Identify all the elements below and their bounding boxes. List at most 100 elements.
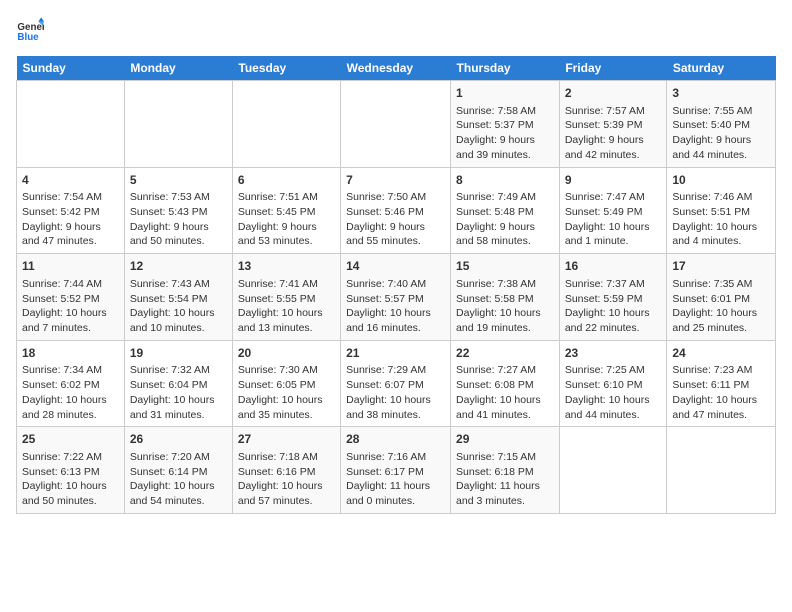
calendar-cell (17, 81, 125, 168)
day-of-week-header: Thursday (451, 56, 560, 81)
day-number: 3 (672, 85, 770, 102)
calendar-cell: 22Sunrise: 7:27 AM Sunset: 6:08 PM Dayli… (451, 340, 560, 427)
day-info: Sunrise: 7:37 AM Sunset: 5:59 PM Dayligh… (565, 277, 662, 336)
day-info: Sunrise: 7:15 AM Sunset: 6:18 PM Dayligh… (456, 450, 554, 509)
day-number: 26 (130, 431, 227, 448)
calendar-cell (124, 81, 232, 168)
logo-icon: General Blue (16, 16, 44, 44)
calendar-cell: 19Sunrise: 7:32 AM Sunset: 6:04 PM Dayli… (124, 340, 232, 427)
day-info: Sunrise: 7:41 AM Sunset: 5:55 PM Dayligh… (238, 277, 335, 336)
day-number: 1 (456, 85, 554, 102)
day-info: Sunrise: 7:44 AM Sunset: 5:52 PM Dayligh… (22, 277, 119, 336)
calendar-cell: 1 Sunrise: 7:58 AM Sunset: 5:37 PM Daylig… (451, 81, 560, 168)
day-of-week-header: Sunday (17, 56, 125, 81)
calendar-cell: 8Sunrise: 7:49 AM Sunset: 5:48 PM Daylig… (451, 167, 560, 254)
calendar-cell: 2 Sunrise: 7:57 AM Sunset: 5:39 PM Daylig… (559, 81, 667, 168)
day-info: Sunrise: 7:40 AM Sunset: 5:57 PM Dayligh… (346, 277, 445, 336)
calendar-cell: 16 Sunrise: 7:37 AM Sunset: 5:59 PM Dayli… (559, 254, 667, 341)
day-info: Sunrise: 7:23 AM Sunset: 6:11 PM Dayligh… (672, 363, 770, 422)
calendar-cell: 9Sunrise: 7:47 AM Sunset: 5:49 PM Daylig… (559, 167, 667, 254)
day-number: 13 (238, 258, 335, 275)
day-number: 4 (22, 172, 119, 189)
calendar-cell: 6Sunrise: 7:51 AM Sunset: 5:45 PM Daylig… (232, 167, 340, 254)
day-info: Sunrise: 7:49 AM Sunset: 5:48 PM Dayligh… (456, 190, 554, 249)
day-number: 25 (22, 431, 119, 448)
day-info: Sunrise: 7:50 AM Sunset: 5:46 PM Dayligh… (346, 190, 445, 249)
day-info: Sunrise: 7:27 AM Sunset: 6:08 PM Dayligh… (456, 363, 554, 422)
day-number: 23 (565, 345, 662, 362)
logo: General Blue (16, 16, 48, 44)
day-number: 10 (672, 172, 770, 189)
day-number: 20 (238, 345, 335, 362)
day-info: Sunrise: 7:30 AM Sunset: 6:05 PM Dayligh… (238, 363, 335, 422)
day-info: Sunrise: 7:51 AM Sunset: 5:45 PM Dayligh… (238, 190, 335, 249)
day-info: Sunrise: 7:58 AM Sunset: 5:37 PM Dayligh… (456, 104, 554, 163)
day-info: Sunrise: 7:18 AM Sunset: 6:16 PM Dayligh… (238, 450, 335, 509)
day-number: 14 (346, 258, 445, 275)
calendar-cell: 25 Sunrise: 7:22 AM Sunset: 6:13 PM Dayli… (17, 427, 125, 514)
day-info: Sunrise: 7:16 AM Sunset: 6:17 PM Dayligh… (346, 450, 445, 509)
calendar-cell: 3 Sunrise: 7:55 AM Sunset: 5:40 PM Daylig… (667, 81, 776, 168)
day-number: 2 (565, 85, 662, 102)
day-info: Sunrise: 7:43 AM Sunset: 5:54 PM Dayligh… (130, 277, 227, 336)
day-number: 21 (346, 345, 445, 362)
day-info: Sunrise: 7:46 AM Sunset: 5:51 PM Dayligh… (672, 190, 770, 249)
svg-text:Blue: Blue (17, 32, 39, 43)
day-info: Sunrise: 7:34 AM Sunset: 6:02 PM Dayligh… (22, 363, 119, 422)
day-info: Sunrise: 7:25 AM Sunset: 6:10 PM Dayligh… (565, 363, 662, 422)
calendar-cell (559, 427, 667, 514)
day-number: 11 (22, 258, 119, 275)
page-header: General Blue (16, 16, 776, 44)
day-info: Sunrise: 7:35 AM Sunset: 6:01 PM Dayligh… (672, 277, 770, 336)
day-number: 24 (672, 345, 770, 362)
day-number: 9 (565, 172, 662, 189)
day-info: Sunrise: 7:55 AM Sunset: 5:40 PM Dayligh… (672, 104, 770, 163)
calendar-cell: 17 Sunrise: 7:35 AM Sunset: 6:01 PM Dayli… (667, 254, 776, 341)
calendar-cell (341, 81, 451, 168)
day-info: Sunrise: 7:22 AM Sunset: 6:13 PM Dayligh… (22, 450, 119, 509)
calendar-cell: 10Sunrise: 7:46 AM Sunset: 5:51 PM Dayli… (667, 167, 776, 254)
calendar-cell: 14 Sunrise: 7:40 AM Sunset: 5:57 PM Dayli… (341, 254, 451, 341)
calendar-table: SundayMondayTuesdayWednesdayThursdayFrid… (16, 56, 776, 514)
day-number: 29 (456, 431, 554, 448)
day-info: Sunrise: 7:54 AM Sunset: 5:42 PM Dayligh… (22, 190, 119, 249)
calendar-cell: 5Sunrise: 7:53 AM Sunset: 5:43 PM Daylig… (124, 167, 232, 254)
day-number: 17 (672, 258, 770, 275)
day-number: 5 (130, 172, 227, 189)
calendar-header-row: SundayMondayTuesdayWednesdayThursdayFrid… (17, 56, 776, 81)
day-number: 7 (346, 172, 445, 189)
calendar-cell: 26Sunrise: 7:20 AM Sunset: 6:14 PM Dayli… (124, 427, 232, 514)
day-of-week-header: Friday (559, 56, 667, 81)
day-number: 8 (456, 172, 554, 189)
day-number: 19 (130, 345, 227, 362)
day-number: 18 (22, 345, 119, 362)
day-number: 28 (346, 431, 445, 448)
calendar-week-row: 25 Sunrise: 7:22 AM Sunset: 6:13 PM Dayli… (17, 427, 776, 514)
day-number: 22 (456, 345, 554, 362)
day-of-week-header: Wednesday (341, 56, 451, 81)
day-info: Sunrise: 7:53 AM Sunset: 5:43 PM Dayligh… (130, 190, 227, 249)
calendar-cell: 12 Sunrise: 7:43 AM Sunset: 5:54 PM Dayli… (124, 254, 232, 341)
calendar-cell (232, 81, 340, 168)
calendar-cell: 7Sunrise: 7:50 AM Sunset: 5:46 PM Daylig… (341, 167, 451, 254)
calendar-cell: 29 Sunrise: 7:15 AM Sunset: 6:18 PM Dayli… (451, 427, 560, 514)
day-info: Sunrise: 7:32 AM Sunset: 6:04 PM Dayligh… (130, 363, 227, 422)
calendar-cell: 24Sunrise: 7:23 AM Sunset: 6:11 PM Dayli… (667, 340, 776, 427)
day-info: Sunrise: 7:29 AM Sunset: 6:07 PM Dayligh… (346, 363, 445, 422)
day-number: 6 (238, 172, 335, 189)
day-info: Sunrise: 7:57 AM Sunset: 5:39 PM Dayligh… (565, 104, 662, 163)
calendar-cell: 20Sunrise: 7:30 AM Sunset: 6:05 PM Dayli… (232, 340, 340, 427)
calendar-week-row: 4Sunrise: 7:54 AM Sunset: 5:42 PM Daylig… (17, 167, 776, 254)
day-number: 12 (130, 258, 227, 275)
day-of-week-header: Monday (124, 56, 232, 81)
calendar-week-row: 18Sunrise: 7:34 AM Sunset: 6:02 PM Dayli… (17, 340, 776, 427)
day-number: 16 (565, 258, 662, 275)
calendar-cell: 28 Sunrise: 7:16 AM Sunset: 6:17 PM Dayli… (341, 427, 451, 514)
calendar-cell: 23Sunrise: 7:25 AM Sunset: 6:10 PM Dayli… (559, 340, 667, 427)
day-info: Sunrise: 7:47 AM Sunset: 5:49 PM Dayligh… (565, 190, 662, 249)
calendar-cell: 27Sunrise: 7:18 AM Sunset: 6:16 PM Dayli… (232, 427, 340, 514)
calendar-cell: 11 Sunrise: 7:44 AM Sunset: 5:52 PM Dayli… (17, 254, 125, 341)
calendar-cell (667, 427, 776, 514)
calendar-week-row: 1 Sunrise: 7:58 AM Sunset: 5:37 PM Daylig… (17, 81, 776, 168)
calendar-cell: 4Sunrise: 7:54 AM Sunset: 5:42 PM Daylig… (17, 167, 125, 254)
